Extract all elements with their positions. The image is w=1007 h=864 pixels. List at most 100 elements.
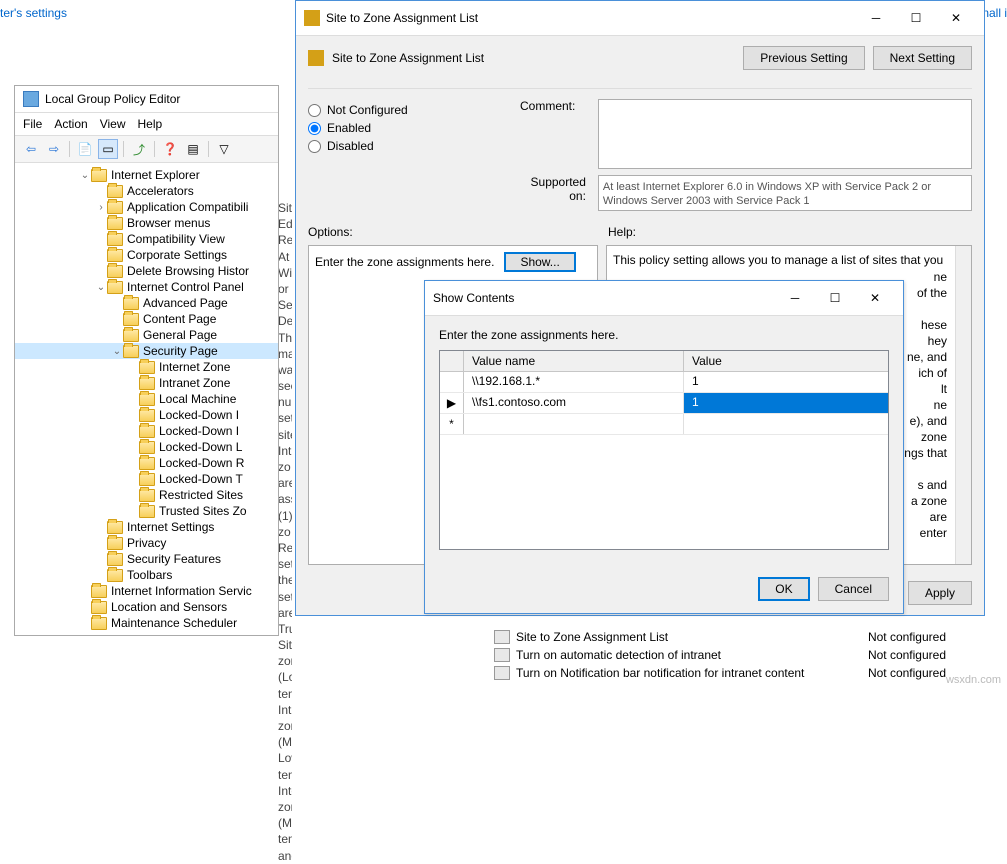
setting-icon — [494, 630, 510, 644]
tree-item[interactable]: Browser menus — [15, 215, 278, 231]
setting-row[interactable]: Turn on Notification bar notification fo… — [490, 664, 990, 682]
tree-item[interactable]: Locked-Down T — [15, 471, 278, 487]
cell-value[interactable] — [684, 414, 888, 434]
tree-item[interactable]: Internet Information Servic — [15, 583, 278, 599]
tree-item[interactable]: Accelerators — [15, 183, 278, 199]
detail-pane-fragment: SitEdiRecAtWiorSerDesThimawasecnusetsite… — [278, 200, 292, 864]
tree-item-label: Internet Settings — [127, 520, 214, 534]
subdialog-titlebar: Show Contents ─ ☐ ✕ — [425, 281, 903, 316]
folder-icon — [107, 201, 123, 214]
folder-icon — [139, 441, 155, 454]
tree-item[interactable]: Compatibility View — [15, 231, 278, 247]
tree-item[interactable]: Locked-Down I — [15, 423, 278, 439]
radio-not-configured[interactable]: Not Configured — [308, 103, 508, 117]
dialog-titlebar: Site to Zone Assignment List ─ ☐ ✕ — [296, 1, 984, 36]
minimize-button[interactable]: ─ — [856, 7, 896, 29]
cell-value[interactable]: 1 — [684, 372, 888, 392]
previous-setting-button[interactable]: Previous Setting — [743, 46, 864, 70]
folder-icon — [107, 249, 123, 262]
tree-item[interactable]: Privacy — [15, 535, 278, 551]
cell-value-name[interactable] — [464, 414, 684, 434]
tree-item[interactable]: General Page — [15, 327, 278, 343]
tree-item[interactable]: Advanced Page — [15, 295, 278, 311]
settings-list: Site to Zone Assignment ListNot configur… — [490, 628, 990, 682]
setting-row[interactable]: Turn on automatic detection of intranetN… — [490, 646, 990, 664]
tree-item[interactable]: Locked-Down I — [15, 407, 278, 423]
tree-item-label: Maintenance Scheduler — [111, 616, 237, 630]
value-grid[interactable]: Value name Value \\192.168.1.*1▶\\fs1.co… — [439, 350, 889, 550]
tree-item[interactable]: Corporate Settings — [15, 247, 278, 263]
show-tree-icon[interactable]: ▭ — [98, 139, 118, 159]
forward-arrow-icon[interactable]: ⇨ — [44, 139, 64, 159]
grid-row[interactable]: \\192.168.1.*1 — [440, 372, 888, 393]
tree-item[interactable]: Restricted Sites — [15, 487, 278, 503]
sub-close-button[interactable]: ✕ — [855, 287, 895, 309]
radio-disabled-label: Disabled — [327, 139, 374, 153]
up-folder-icon[interactable]: 📄 — [75, 139, 95, 159]
radio-enabled[interactable]: Enabled — [308, 121, 508, 135]
tree-item[interactable]: ⌄Security Page — [15, 343, 278, 359]
maximize-button[interactable]: ☐ — [896, 7, 936, 29]
tree-expander-icon[interactable]: › — [95, 202, 107, 213]
properties-icon[interactable]: ❓ — [160, 139, 180, 159]
tree-item[interactable]: Intranet Zone — [15, 375, 278, 391]
setting-name: Turn on Notification bar notification fo… — [516, 666, 804, 680]
filter-icon[interactable]: ▽ — [214, 139, 234, 159]
tree-item[interactable]: Delete Browsing Histor — [15, 263, 278, 279]
setting-status: Not configured — [868, 630, 986, 644]
tree-expander-icon[interactable]: ⌄ — [95, 282, 107, 293]
export-icon[interactable]: ⤴ — [129, 139, 149, 159]
cell-value-name[interactable]: \\fs1.contoso.com — [464, 393, 684, 413]
cell-value-name[interactable]: \\192.168.1.* — [464, 372, 684, 392]
tree-item[interactable]: Internet Zone — [15, 359, 278, 375]
menu-view[interactable]: View — [100, 117, 126, 131]
bg-text-settings: ter's settings — [0, 6, 67, 20]
help-scrollbar[interactable] — [955, 246, 971, 564]
sub-cancel-button[interactable]: Cancel — [818, 577, 889, 601]
folder-icon — [107, 553, 123, 566]
tree-expander-icon[interactable]: ⌄ — [111, 346, 123, 357]
sub-minimize-button[interactable]: ─ — [775, 287, 815, 309]
comment-textarea[interactable] — [598, 99, 972, 169]
tree-item[interactable]: Local Machine — [15, 391, 278, 407]
next-setting-button[interactable]: Next Setting — [873, 46, 972, 70]
radio-disabled[interactable]: Disabled — [308, 139, 508, 153]
tree-item-label: General Page — [143, 328, 217, 342]
back-arrow-icon[interactable]: ⇦ — [21, 139, 41, 159]
tree-item-label: Internet Zone — [159, 360, 230, 374]
cell-value[interactable]: 1 — [684, 393, 888, 413]
tree-item[interactable]: Content Page — [15, 311, 278, 327]
tree-item-label: Advanced Page — [143, 296, 228, 310]
grid-row[interactable]: * — [440, 414, 888, 435]
menu-help[interactable]: Help — [138, 117, 163, 131]
tree-item[interactable]: ›Application Compatibili — [15, 199, 278, 215]
tree-item[interactable]: Locked-Down L — [15, 439, 278, 455]
row-header-icon: * — [440, 414, 464, 434]
tree-item[interactable]: Locked-Down R — [15, 455, 278, 471]
tree-item[interactable]: Location and Sensors — [15, 599, 278, 615]
apply-button[interactable]: Apply — [908, 581, 972, 605]
tree-expander-icon[interactable]: ⌄ — [79, 170, 91, 181]
sub-maximize-button[interactable]: ☐ — [815, 287, 855, 309]
tree-item[interactable]: ⌄Internet Control Panel — [15, 279, 278, 295]
grid-row[interactable]: ▶\\fs1.contoso.com1 — [440, 393, 888, 414]
show-button[interactable]: Show... — [504, 252, 575, 272]
tree-item[interactable]: Trusted Sites Zo — [15, 503, 278, 519]
tree-item[interactable]: Toolbars — [15, 567, 278, 583]
list-icon[interactable]: ▤ — [183, 139, 203, 159]
sub-ok-button[interactable]: OK — [758, 577, 809, 601]
close-button[interactable]: ✕ — [936, 7, 976, 29]
setting-row[interactable]: Site to Zone Assignment ListNot configur… — [490, 628, 990, 646]
folder-icon — [139, 489, 155, 502]
menu-action[interactable]: Action — [54, 117, 87, 131]
tree-view[interactable]: ⌄Internet ExplorerAccelerators›Applicati… — [15, 163, 278, 635]
tree-item[interactable]: ⌄Internet Explorer — [15, 167, 278, 183]
tree-item[interactable]: Maintenance Scheduler — [15, 615, 278, 631]
folder-icon — [139, 393, 155, 406]
tree-item[interactable]: Internet Settings — [15, 519, 278, 535]
menu-file[interactable]: File — [23, 117, 42, 131]
help-text-top: This policy setting allows you to manage… — [613, 252, 965, 269]
tree-item[interactable]: Security Features — [15, 551, 278, 567]
folder-icon — [91, 585, 107, 598]
gpedit-toolbar: ⇦ ⇨ 📄 ▭ ⤴ ❓ ▤ ▽ — [15, 136, 278, 163]
